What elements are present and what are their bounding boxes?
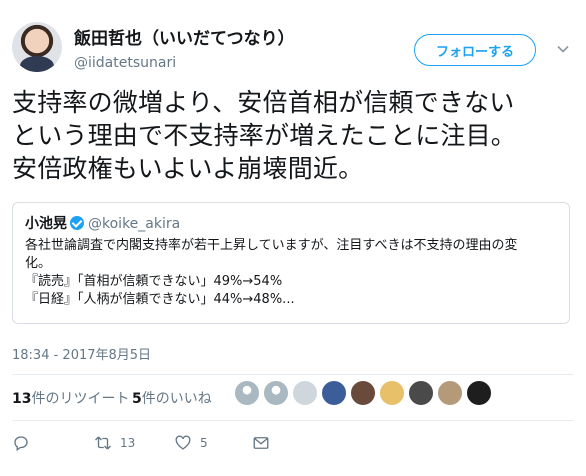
avatar-photo-icon[interactable] [437,380,463,406]
direct-message-button[interactable] [252,432,270,454]
like-count: 5 [200,436,208,450]
avatar-photo-icon[interactable] [321,380,347,406]
retweet-stat-label: 件のリツイート [31,391,130,407]
divider [12,374,574,375]
author-display-name[interactable]: 飯田哲也（いいだてつなり） [74,24,295,49]
verified-badge-icon [70,216,84,230]
envelope-icon [253,437,269,449]
default-avatar-icon[interactable] [263,380,289,406]
tweet-text: 支持率の微増より、安倍首相が信頼できない という理由で不支持率が増えたことに注目… [12,88,517,183]
tweet-stats: 13件のリツイート 5件のいいね [12,380,574,410]
tweet-actions: 13 5 [12,432,574,456]
retweet-stat[interactable]: 13件のリツイート [12,388,129,408]
tweet-header: 飯田哲也（いいだてつなり） @iidatetsunari フォローする [12,18,574,78]
author-screen-name[interactable]: @iidatetsunari [74,55,295,71]
avatar-photo-icon[interactable] [292,380,318,406]
author-name-block: 飯田哲也（いいだてつなり） @iidatetsunari [74,24,295,71]
retweet-icon [95,436,111,450]
quoted-author-handle: @koike_akira [88,216,181,232]
quoted-tweet-header: 小池晃 @koike_akira [25,213,557,233]
follow-button[interactable]: フォローする [414,34,536,66]
tweet-timestamp[interactable]: 18:34 - 2017年8月5日 [12,344,151,363]
retweet-button[interactable]: 13 [94,432,135,454]
tweet-card: 飯田哲也（いいだてつなり） @iidatetsunari フォローする 支持率の… [0,0,586,476]
reply-icon [14,436,28,452]
retweet-count: 13 [120,436,136,450]
like-button[interactable]: 5 [174,432,208,454]
divider [12,420,574,421]
like-stat-label: 件のいいね [141,391,212,407]
like-stat[interactable]: 5件のいいね [132,388,212,408]
quoted-tweet-text: 各社世論調査で内閣支持率が若干上昇していますが、注目すべきは不支持の理由の変 化… [25,238,518,307]
quoted-tweet[interactable]: 小池晃 @koike_akira 各社世論調査で内閣支持率が若干上昇していますが、… [12,202,570,324]
chevron-down-icon[interactable] [556,42,570,56]
like-stat-count: 5 [132,391,142,407]
default-avatar-icon[interactable] [234,380,260,406]
author-avatar[interactable] [12,22,62,72]
heart-icon [175,435,191,450]
quoted-author-name: 小池晃 [25,216,67,232]
avatar-photo-icon[interactable] [408,380,434,406]
reply-button[interactable] [12,432,30,454]
retweet-stat-count: 13 [12,391,32,407]
avatar-photo-icon[interactable] [379,380,405,406]
avatar-photo-icon[interactable] [350,380,376,406]
avatar-photo-icon[interactable] [466,380,492,406]
